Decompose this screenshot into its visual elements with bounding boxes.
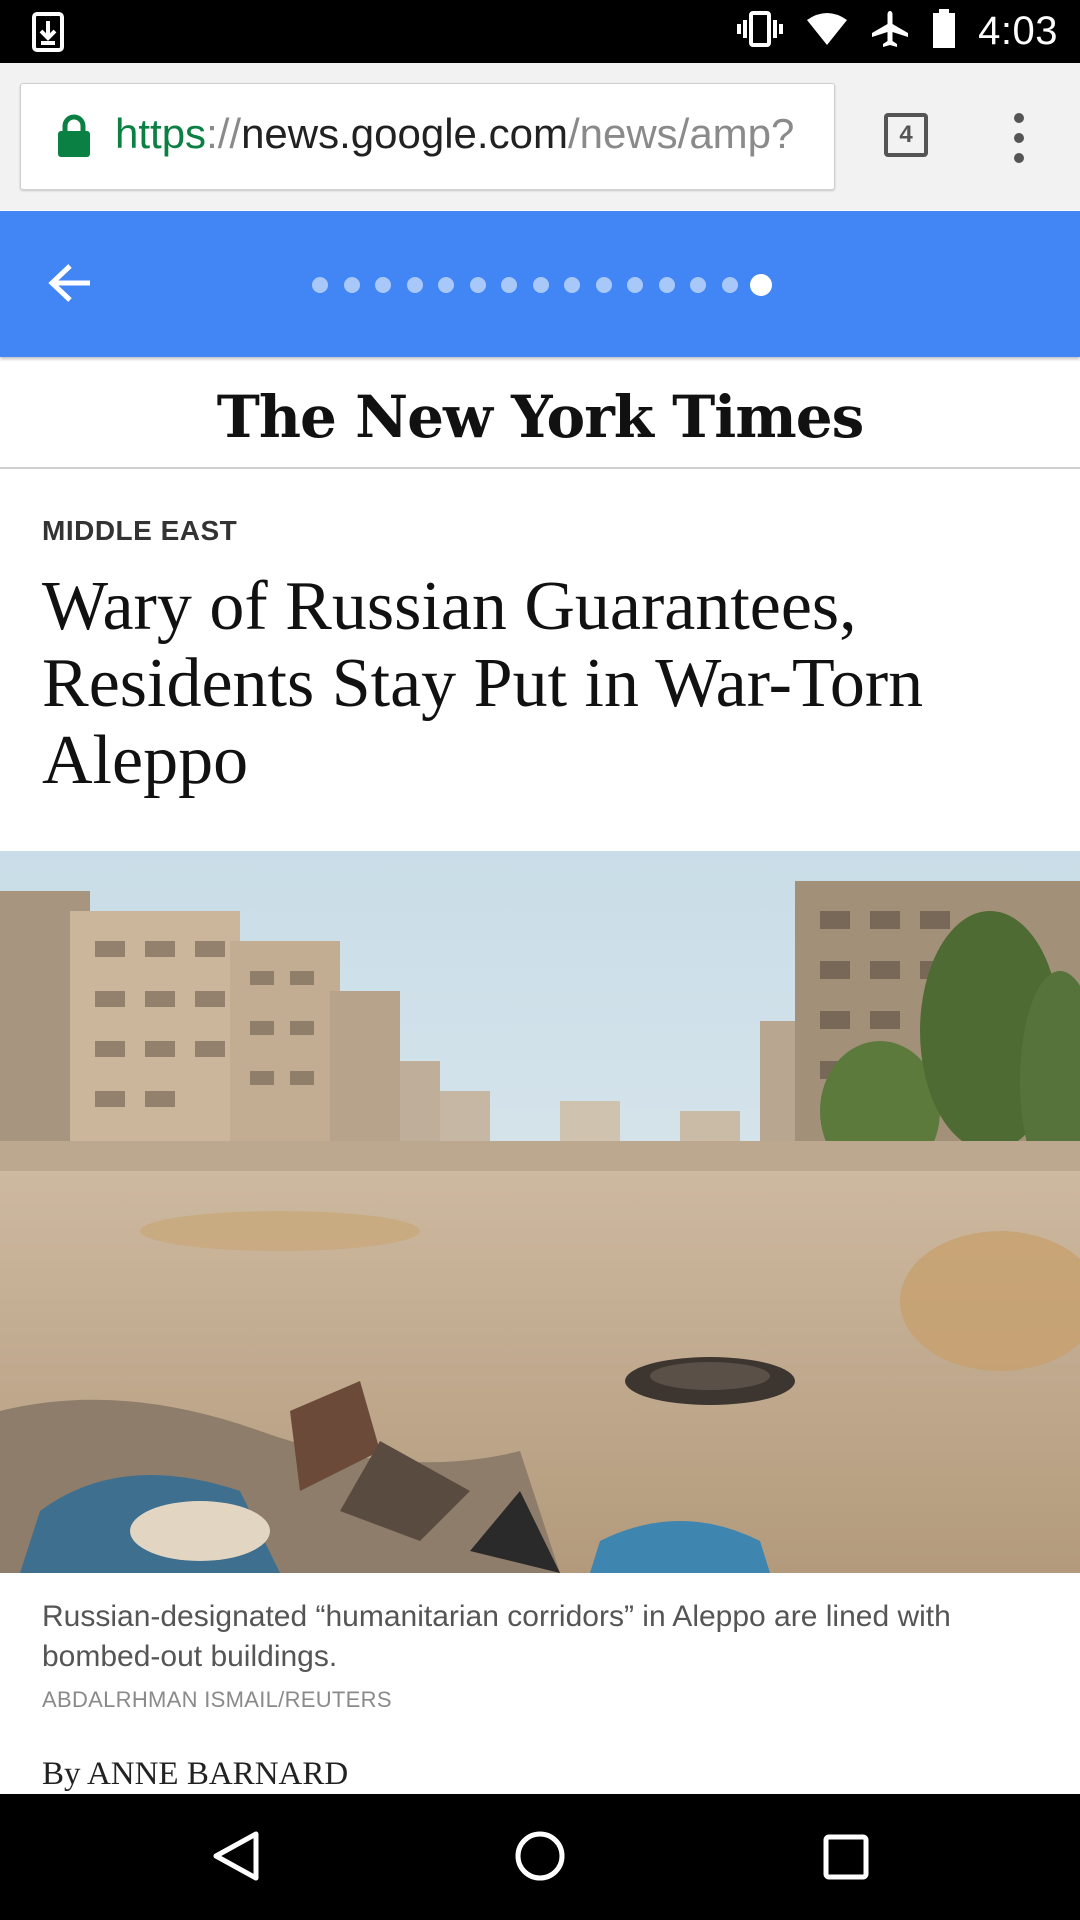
airplane-mode-icon xyxy=(870,9,910,54)
carousel-dot xyxy=(375,277,391,293)
carousel-dot xyxy=(406,277,423,293)
url-scheme: https xyxy=(115,110,207,157)
wifi-icon xyxy=(806,12,848,51)
nav-home-icon[interactable] xyxy=(514,1830,566,1887)
carousel-dot xyxy=(690,277,706,293)
amp-viewer-header xyxy=(0,211,1080,357)
carousel-dot xyxy=(438,277,454,293)
url-path: /news/amp? xyxy=(567,110,795,157)
overflow-menu-icon[interactable] xyxy=(1000,113,1036,163)
carousel-dot xyxy=(469,277,486,293)
status-bar: 4:03 xyxy=(0,0,1080,63)
masthead-logo: The New York Times xyxy=(216,383,865,451)
system-navigation-bar xyxy=(0,1794,1080,1920)
url-host: news.google.com xyxy=(241,110,568,157)
carousel-dot xyxy=(564,277,580,293)
address-bar[interactable]: https://news.google.com/news/amp? xyxy=(20,83,835,190)
carousel-dot xyxy=(721,277,738,293)
lock-icon xyxy=(57,114,91,163)
nav-recents-icon[interactable] xyxy=(823,1834,869,1885)
back-arrow-icon[interactable] xyxy=(46,261,94,310)
clock: 4:03 xyxy=(978,9,1058,53)
article-photo xyxy=(0,851,1080,1573)
url-separator: :// xyxy=(206,110,242,157)
image-caption: Russian-designated “humanitarian corrido… xyxy=(42,1600,951,1673)
carousel-dot xyxy=(532,277,549,293)
download-icon xyxy=(32,12,64,57)
vibrate-icon xyxy=(736,11,784,52)
tab-switcher-icon[interactable]: 4 xyxy=(884,113,928,157)
carousel-dot xyxy=(658,277,675,293)
publication-masthead: The New York Times xyxy=(0,357,1080,469)
image-credit: ABDALRHMAN ISMAIL/REUTERS xyxy=(42,1687,392,1712)
carousel-dot-active xyxy=(750,274,772,296)
url-text: https://news.google.com/news/amp? xyxy=(115,110,794,158)
carousel-dot xyxy=(595,277,612,293)
carousel-dot xyxy=(501,277,517,293)
carousel-dot xyxy=(627,277,643,293)
article-headline: Wary of Russian Guarantees, Residents St… xyxy=(42,568,924,799)
browser-toolbar: https://news.google.com/news/amp? 4 xyxy=(0,63,1080,210)
nav-back-icon[interactable] xyxy=(212,1830,260,1887)
carousel-dot xyxy=(312,277,328,293)
tab-count: 4 xyxy=(899,121,913,148)
section-label[interactable]: MIDDLE EAST xyxy=(42,515,237,547)
carousel-dot xyxy=(343,277,360,293)
article-byline: By ANNE BARNARD xyxy=(42,1756,349,1792)
battery-icon xyxy=(932,9,956,54)
